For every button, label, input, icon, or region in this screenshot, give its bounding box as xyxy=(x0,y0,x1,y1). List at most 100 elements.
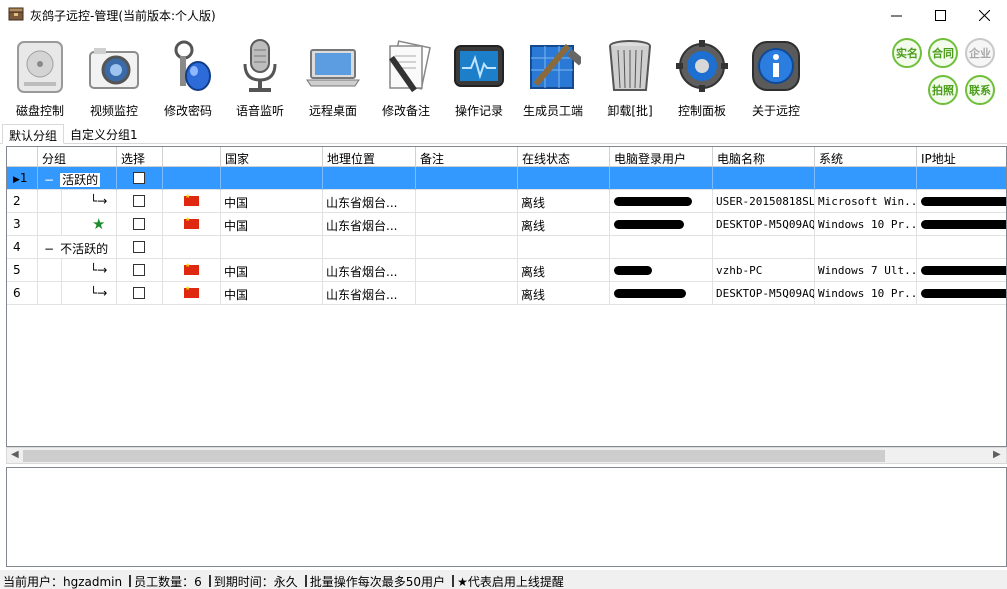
computer-name-cell xyxy=(713,236,815,259)
scrollbar-thumb[interactable] xyxy=(23,450,885,462)
select-cell[interactable] xyxy=(117,167,163,190)
group-label: 活跃的 xyxy=(60,173,101,187)
disk-icon xyxy=(17,41,63,93)
tab-custom-group[interactable]: 自定义分组1 xyxy=(64,124,144,144)
select-checkbox[interactable] xyxy=(133,195,145,207)
select-cell[interactable] xyxy=(117,282,163,305)
group-cell[interactable]: − 活跃的 xyxy=(38,167,117,190)
header-location[interactable]: 地理位置 xyxy=(323,147,416,167)
flag-cell xyxy=(163,167,221,190)
camera-icon xyxy=(89,48,139,89)
photo-badge[interactable]: 拍照 xyxy=(928,75,958,105)
redaction-mark xyxy=(921,197,1006,206)
scroll-left-arrow-icon[interactable]: ◀ xyxy=(11,449,19,460)
group-row-inactive[interactable]: 4 − 不活跃的 xyxy=(7,236,1006,259)
ip-cell xyxy=(917,213,1006,236)
country-cell: 中国 xyxy=(221,190,323,213)
status-staff-count: 员工数量：6 xyxy=(134,575,202,589)
header-os[interactable]: 系统 xyxy=(815,147,917,167)
select-checkbox[interactable] xyxy=(133,218,145,230)
video-monitor-label: 视频监控 xyxy=(89,104,138,118)
header-online-status[interactable]: 在线状态 xyxy=(518,147,610,167)
login-user-cell xyxy=(610,259,713,282)
login-user-cell xyxy=(610,213,713,236)
uninstall-batch-label: 卸载[批] xyxy=(607,104,653,118)
header-note[interactable]: 备注 xyxy=(416,147,518,167)
tab-default-group[interactable]: 默认分组 xyxy=(2,124,65,144)
tree-connector: └→ xyxy=(62,259,117,282)
select-checkbox[interactable] xyxy=(133,241,145,253)
status-cell xyxy=(518,167,610,190)
edit-note-button[interactable]: 修改备注 xyxy=(370,36,442,118)
row-number: 6 xyxy=(7,282,38,305)
select-cell[interactable] xyxy=(117,236,163,259)
status-star-note: ★代表启用上线提醒 xyxy=(457,575,564,589)
header-rownum xyxy=(7,147,38,167)
contract-badge[interactable]: 合同 xyxy=(928,38,958,68)
status-cell: 离线 xyxy=(518,259,610,282)
operation-log-button[interactable]: 操作记录 xyxy=(443,36,515,118)
about-label: 关于远控 xyxy=(751,104,800,118)
control-panel-button[interactable]: 控制面板 xyxy=(666,36,738,118)
table-row[interactable]: 3 ★ 中国 山东省烟台... 离线 DESKTOP-M5Q09AQ Windo… xyxy=(7,213,1006,236)
flag-cell xyxy=(163,259,221,282)
client-grid[interactable]: 分组 选择 国家 地理位置 备注 在线状态 电脑登录用户 电脑名称 系统 IP地… xyxy=(6,146,1007,447)
table-row[interactable]: 5 └→ 中国 山东省烟台... 离线 vzhb-PC Windows 7 Ul… xyxy=(7,259,1006,282)
uninstall-batch-button[interactable]: 卸载[批] xyxy=(594,36,666,118)
header-country[interactable]: 国家 xyxy=(221,147,323,167)
flag-cell xyxy=(163,190,221,213)
computer-name-cell: vzhb-PC xyxy=(713,259,815,282)
enterprise-badge[interactable]: 企业 xyxy=(965,38,995,68)
table-row[interactable]: 6 └→ 中国 山东省烟台... 离线 DESKTOP-M5Q09AQ Wind… xyxy=(7,282,1006,305)
build-client-button[interactable]: 生成员工端 xyxy=(517,36,589,118)
header-login-user[interactable]: 电脑登录用户 xyxy=(610,147,713,167)
scroll-right-arrow-icon[interactable]: ▶ xyxy=(993,449,1001,460)
grid-horizontal-scrollbar[interactable]: ◀ ▶ xyxy=(6,447,1007,464)
select-cell[interactable] xyxy=(117,259,163,282)
video-monitor-button[interactable]: 视频监控 xyxy=(78,36,150,118)
collapse-toggle[interactable]: − xyxy=(44,242,54,256)
group-indent-cell xyxy=(38,259,62,282)
about-button[interactable]: 关于远控 xyxy=(740,36,812,118)
maximize-button[interactable] xyxy=(918,0,962,30)
realname-badge[interactable]: 实名 xyxy=(892,38,922,68)
disk-control-button[interactable]: 磁盘控制 xyxy=(4,36,76,118)
redaction-mark xyxy=(614,266,652,275)
group-cell[interactable]: − 不活跃的 xyxy=(38,236,117,259)
select-cell[interactable] xyxy=(117,190,163,213)
build-tools-icon xyxy=(530,43,581,89)
minimize-button[interactable] xyxy=(874,0,918,30)
status-cell: 离线 xyxy=(518,213,610,236)
header-ip[interactable]: IP地址 xyxy=(917,147,1006,167)
select-checkbox[interactable] xyxy=(133,264,145,276)
header-group[interactable]: 分组 xyxy=(38,147,117,167)
close-button[interactable] xyxy=(962,0,1006,30)
voice-monitor-label: 语音监听 xyxy=(235,104,284,118)
note-cell xyxy=(416,213,518,236)
header-computer-name[interactable]: 电脑名称 xyxy=(713,147,815,167)
select-cell[interactable] xyxy=(117,213,163,236)
remote-desktop-button[interactable]: 远程桌面 xyxy=(297,36,369,118)
voice-monitor-button[interactable]: 语音监听 xyxy=(224,36,296,118)
minimize-icon xyxy=(890,15,902,16)
header-select[interactable]: 选择 xyxy=(117,147,163,167)
row-number: 3 xyxy=(7,213,38,236)
group-row-active[interactable]: ▶1 − 活跃的 xyxy=(7,167,1006,190)
info-icon xyxy=(752,41,800,91)
select-checkbox[interactable] xyxy=(133,287,145,299)
note-cell xyxy=(416,190,518,213)
group-indent-cell xyxy=(38,190,62,213)
collapse-toggle[interactable]: − xyxy=(44,173,54,187)
select-checkbox[interactable] xyxy=(133,172,145,184)
table-row[interactable]: 2 └→ 中国 山东省烟台... 离线 USER-20150818SL Micr… xyxy=(7,190,1006,213)
location-cell: 山东省烟台... xyxy=(323,213,416,236)
close-icon xyxy=(978,9,990,21)
contact-badge[interactable]: 联系 xyxy=(965,75,995,105)
redaction-mark xyxy=(614,289,686,298)
change-password-button[interactable]: 修改密码 xyxy=(152,36,224,118)
status-expire-time: 到期时间：永久 xyxy=(213,575,298,589)
status-separator xyxy=(129,575,132,587)
ip-cell xyxy=(917,259,1006,282)
flag-cell xyxy=(163,282,221,305)
log-panel[interactable] xyxy=(6,467,1007,567)
